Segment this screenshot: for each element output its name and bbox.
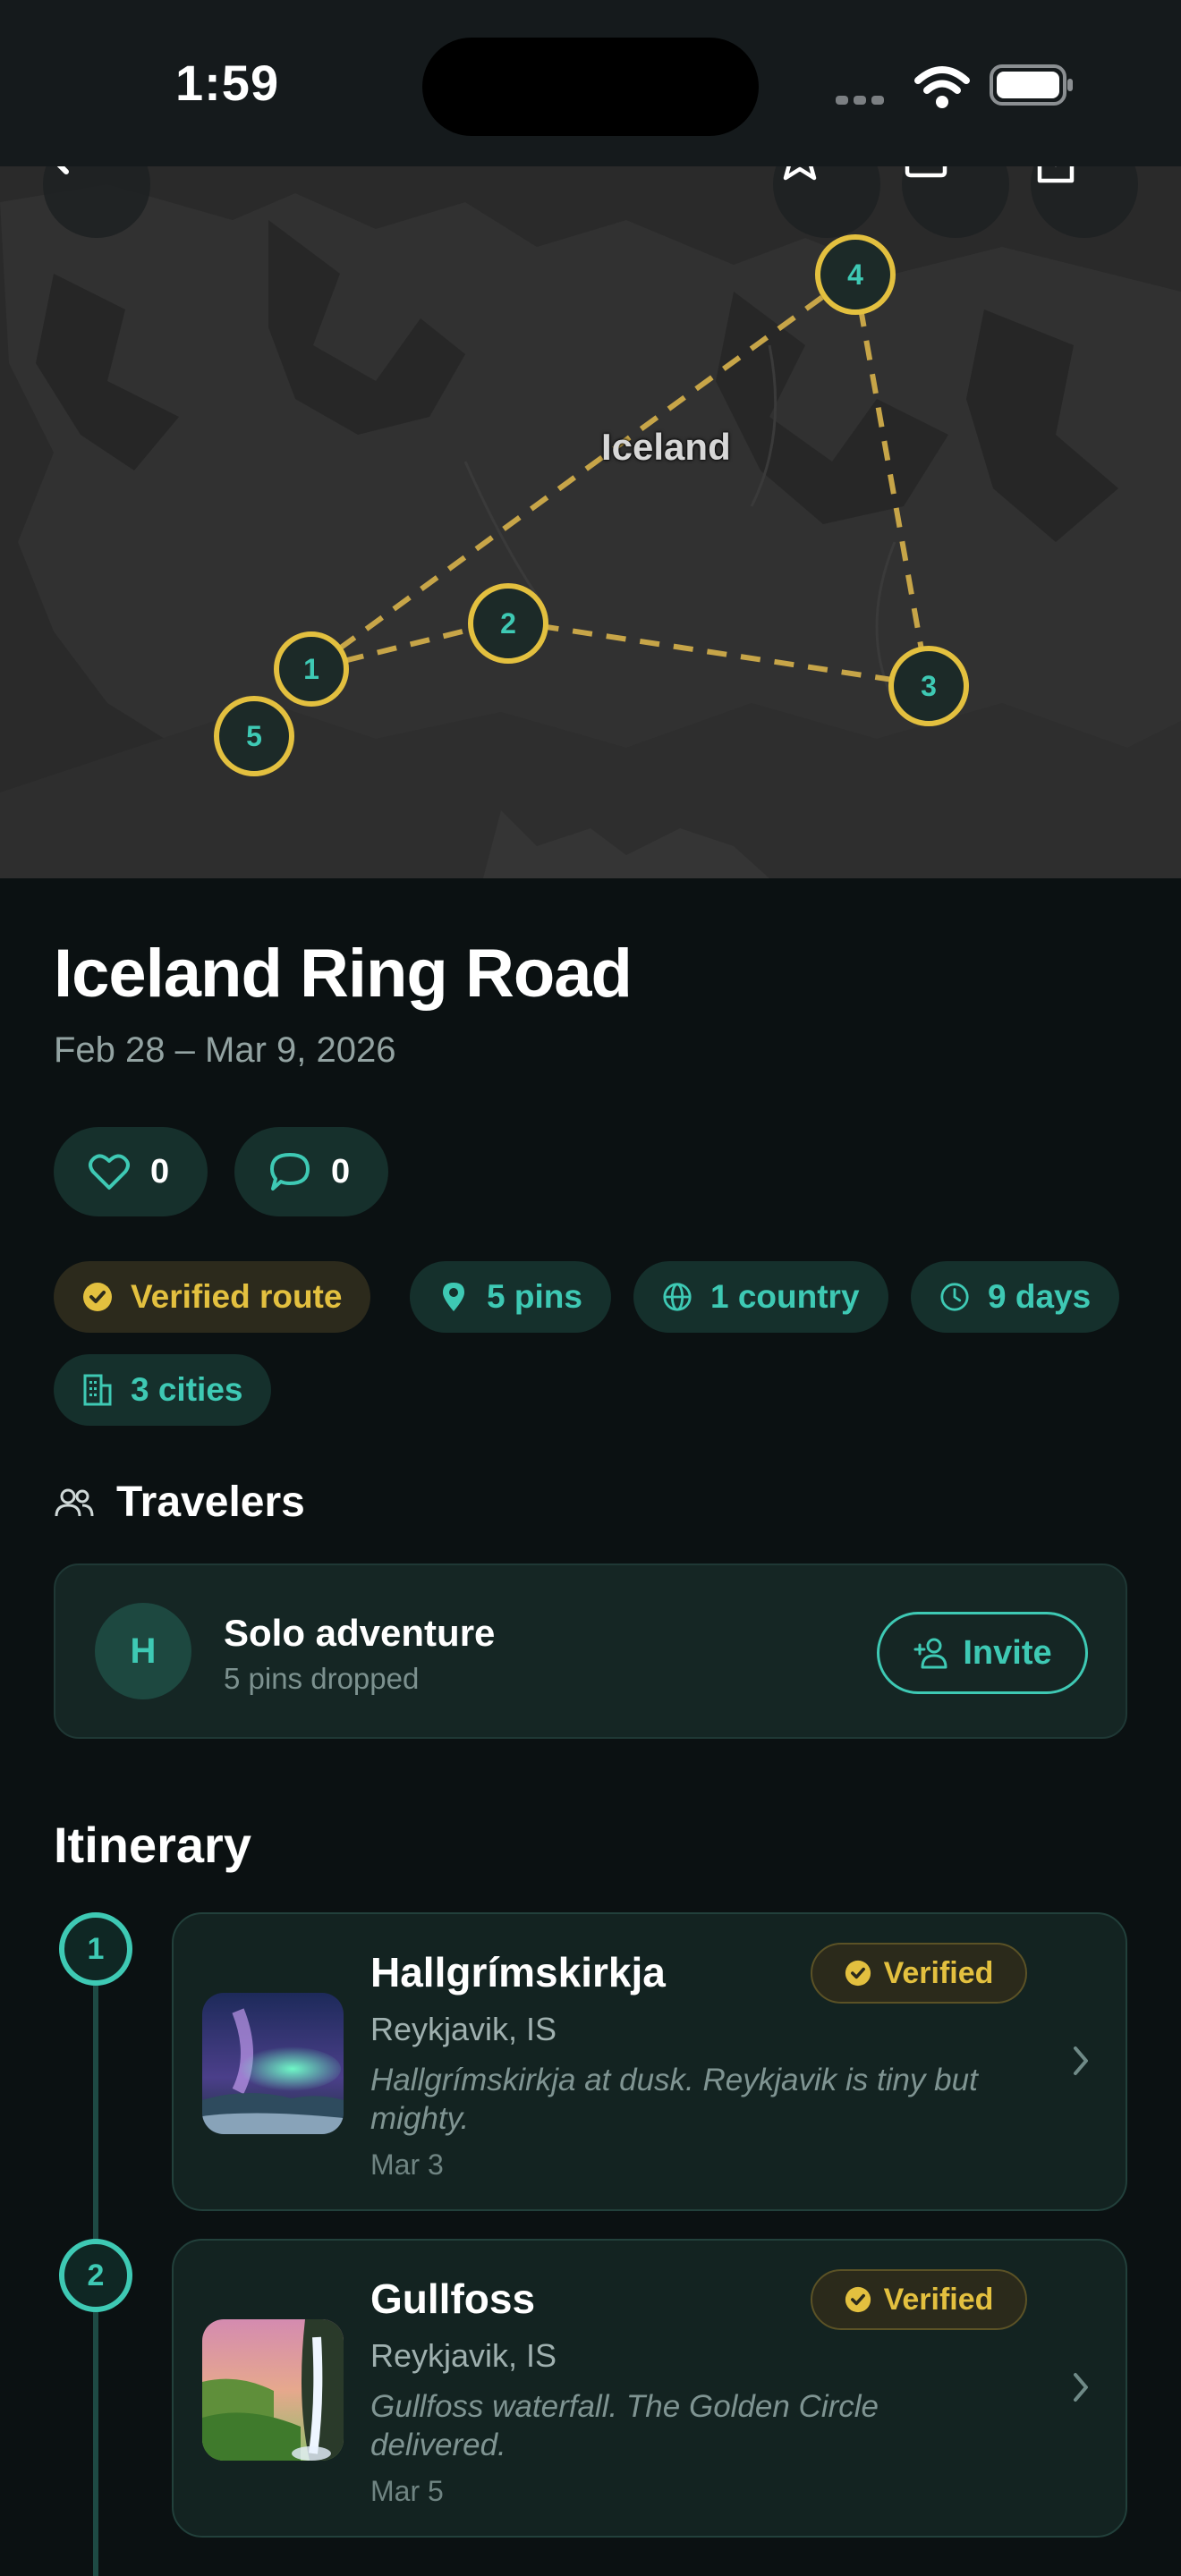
stop-place: Reykjavik, IS (370, 2337, 557, 2374)
battery-icon (990, 64, 1073, 106)
invite-button[interactable]: Invite (877, 1612, 1088, 1694)
country-label: 1 country (710, 1278, 860, 1315)
verified-badge: Verified (811, 2269, 1027, 2330)
itinerary-stop-card[interactable]: Hallgrímskirkja Verified Reykjavik, IS H… (172, 1912, 1127, 2211)
traveler-card: H Solo adventure 5 pins dropped Invite (54, 1563, 1127, 1739)
map-pin-3[interactable]: 3 (888, 646, 969, 726)
page-title: Iceland Ring Road (54, 936, 633, 1012)
comment-count: 0 (331, 1152, 351, 1191)
pins-chip: 5 pins (410, 1261, 611, 1333)
check-badge-icon (83, 1283, 112, 1311)
traveler-subtitle: 5 pins dropped (224, 1662, 420, 1695)
days-chip: 9 days (911, 1261, 1120, 1333)
status-bar: 1:59 (0, 0, 1181, 166)
invite-label: Invite (963, 1633, 1052, 1672)
stop-place: Reykjavik, IS (370, 2011, 557, 2047)
itinerary-title: Itinerary (54, 1817, 251, 1873)
comment-icon (270, 1153, 310, 1191)
cities-chip: 3 cities (54, 1354, 272, 1426)
stop-photo-waterfall (202, 2319, 344, 2461)
edit-icon (905, 166, 947, 178)
timeline-step-2: 2 (59, 2239, 132, 2312)
country-chip: 1 country (633, 1261, 888, 1333)
traveler-name: Solo adventure (224, 1612, 496, 1654)
wifi-icon (914, 66, 970, 108)
globe-icon (663, 1283, 692, 1311)
map-background (0, 166, 1181, 878)
chevron-right-icon (1074, 2373, 1088, 2402)
timeline-step-1: 1 (59, 1912, 132, 1986)
stop-name: Gullfoss (370, 2275, 536, 2322)
stop-note: Hallgrímskirkja at dusk. Reykjavik is ti… (370, 2063, 978, 2136)
cellular-signal-icon (836, 93, 889, 109)
map-country-label: Iceland (601, 426, 731, 468)
verified-route-label: Verified route (131, 1278, 343, 1315)
map-pin-4[interactable]: 4 (815, 234, 896, 315)
stop-date: Mar 5 (370, 2475, 444, 2507)
dynamic-island (422, 38, 759, 136)
comment-button[interactable]: 0 (234, 1127, 388, 1216)
check-badge-icon (845, 2286, 871, 2313)
travelers-title: Travelers (116, 1479, 305, 1526)
pin-icon (443, 1283, 464, 1311)
star-icon (783, 166, 817, 181)
travelers-header: Travelers (54, 1478, 305, 1527)
share-icon (1037, 166, 1075, 183)
stop-note: Gullfoss waterfall. The Golden Circle de… (370, 2389, 879, 2462)
like-button[interactable]: 0 (54, 1127, 208, 1216)
clock-icon (940, 1283, 969, 1311)
cities-label: 3 cities (131, 1371, 243, 1408)
heart-icon (89, 1154, 130, 1190)
verified-label: Verified (883, 2282, 994, 2317)
route-map[interactable]: Iceland 1 2 3 4 5 (0, 166, 1181, 878)
building-icon (83, 1374, 112, 1406)
stop-photo-aurora (202, 1993, 344, 2134)
status-time: 1:59 (175, 55, 280, 111)
verified-badge: Verified (811, 1943, 1027, 2004)
avatar: H (95, 1603, 191, 1699)
trip-dates: Feb 28 – Mar 9, 2026 (54, 1030, 396, 1070)
map-pin-2[interactable]: 2 (468, 583, 548, 664)
pins-label: 5 pins (487, 1278, 582, 1315)
stop-date: Mar 3 (370, 2148, 444, 2181)
people-icon (55, 1488, 94, 1516)
add-person-icon (913, 1638, 947, 1669)
verified-label: Verified (883, 1955, 994, 1990)
back-arrow-icon (56, 166, 69, 174)
map-pin-5[interactable]: 5 (214, 696, 294, 776)
verified-route-chip: Verified route (54, 1261, 371, 1333)
itinerary-stop-card[interactable]: Gullfoss Verified Reykjavik, IS Gullfoss… (172, 2239, 1127, 2538)
stop-name: Hallgrímskirkja (370, 1949, 666, 1996)
check-badge-icon (845, 1960, 871, 1987)
map-pin-1[interactable]: 1 (274, 631, 349, 707)
days-label: 9 days (988, 1278, 1092, 1315)
like-count: 0 (150, 1152, 170, 1191)
chevron-right-icon (1074, 2046, 1088, 2075)
